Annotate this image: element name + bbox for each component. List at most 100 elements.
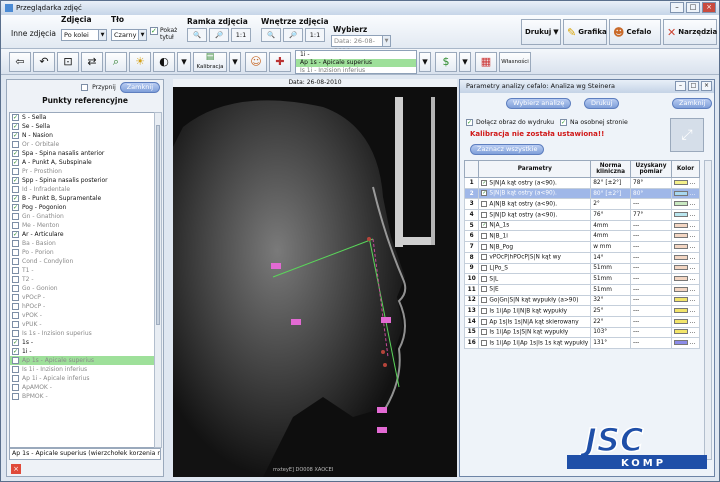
parameter-row[interactable]: 1 ✓ S|N|A kąt ostry (a<90). 82° [±2°] 78° ..… [463, 177, 701, 189]
point-option[interactable]: 1i - [296, 51, 416, 59]
point-checkbox[interactable] [12, 357, 19, 364]
point-dropdown-list[interactable]: 1i - Ap 1s - Apicale superius Is 1i - In… [295, 50, 417, 74]
reference-point-row[interactable]: ApAMOK - [10, 383, 154, 392]
color-cell[interactable]: ... [670, 198, 701, 211]
reference-point-row[interactable]: Pr - Prosthion [10, 167, 154, 176]
color-cell[interactable]: ... [670, 187, 701, 200]
point-checkbox[interactable] [12, 141, 19, 148]
color-cell[interactable]: ... [670, 273, 701, 285]
point-checkbox[interactable] [12, 267, 19, 274]
point-checkbox[interactable]: ✓ [12, 231, 19, 238]
chevron-down-icon[interactable]: ▾ [419, 52, 431, 72]
frame-1to1-button[interactable]: 1:1 [231, 28, 251, 42]
point-checkbox[interactable]: ✓ [12, 159, 19, 166]
reference-point-row[interactable]: hPOcP - [10, 302, 154, 311]
color-swatch[interactable] [673, 233, 688, 239]
parameter-row[interactable]: 8 vPOcP|hPOcP|S|N kąt wy 14° --- ... [463, 251, 701, 264]
color-picker-dots[interactable]: ... [688, 319, 696, 325]
point-checkbox[interactable] [12, 321, 19, 328]
parameter-row[interactable]: 7 N|B_Pog w mm --- ... [463, 241, 701, 253]
close-panel-button[interactable]: Zamknij [119, 81, 160, 93]
landmark-icon[interactable]: ✚ [269, 52, 291, 72]
interior-zoom-out-button[interactable]: 🔎 [283, 28, 303, 42]
parameter-checkbox[interactable]: ✓ [481, 190, 488, 197]
dialog-scrollbar[interactable] [704, 160, 712, 460]
xray-image[interactable]: mxteyE] DO008 XAOCEI [173, 87, 457, 477]
point-checkbox[interactable] [12, 285, 19, 292]
color-cell[interactable]: ... [670, 251, 701, 264]
undo-icon[interactable]: ↶ [33, 52, 55, 72]
reference-point-row[interactable]: ✓ B - Punkt B, Supramentale [10, 194, 154, 203]
parameter-checkbox[interactable] [481, 329, 488, 336]
color-picker-dots[interactable]: ... [688, 212, 696, 218]
document-icon[interactable]: ▦ [475, 52, 497, 72]
choose-analysis-button[interactable]: Wybierz analizę [506, 98, 572, 109]
reference-point-row[interactable]: Is 1s - Inzision superius [10, 329, 154, 338]
dialog-close-button[interactable]: × [701, 81, 712, 91]
properties-button[interactable]: Własności [499, 52, 531, 72]
parameter-checkbox[interactable] [481, 297, 488, 304]
color-picker-dots[interactable]: ... [688, 223, 696, 229]
reference-point-row[interactable]: Cond - Condylion [10, 257, 154, 266]
point-checkbox[interactable] [12, 186, 19, 193]
show-title-checkbox[interactable]: ✓ [150, 27, 158, 35]
point-checkbox[interactable]: ✓ [12, 150, 19, 157]
graphics-button[interactable]: ✎ Grafika [563, 19, 607, 45]
parameter-row[interactable]: 4 S|N|D kąt ostry (a<90). 76° 77° ... [463, 209, 701, 221]
point-checkbox[interactable] [12, 393, 19, 400]
reference-point-row[interactable]: Po - Porion [10, 248, 154, 257]
attach-image-checkbox[interactable]: ✓ [466, 119, 473, 126]
reference-point-row[interactable]: ✓ A - Punkt A, Subspinale [10, 158, 154, 167]
parameter-checkbox[interactable] [481, 200, 488, 207]
parameter-checkbox[interactable]: ✓ [481, 222, 488, 229]
point-checkbox[interactable] [12, 366, 19, 373]
reference-point-row[interactable]: ✓ Pog - Pogonion [10, 203, 154, 212]
color-cell[interactable]: ... [670, 177, 701, 189]
separate-page-checkbox[interactable]: ✓ [560, 119, 567, 126]
color-cell[interactable]: ... [670, 305, 701, 317]
parameter-checkbox[interactable] [481, 243, 488, 250]
point-checkbox[interactable]: ✓ [12, 204, 19, 211]
color-picker-dots[interactable]: ... [688, 244, 696, 250]
color-swatch[interactable] [673, 265, 688, 271]
reference-point-row[interactable]: ✓ N - Nasion [10, 131, 154, 140]
parameter-checkbox[interactable] [481, 254, 488, 261]
parameter-checkbox[interactable] [481, 265, 488, 272]
reference-point-row[interactable]: Or - Orbitale [10, 140, 154, 149]
color-picker-dots[interactable]: ... [688, 265, 696, 271]
reference-point-row[interactable]: T2 - [10, 275, 154, 284]
color-picker-dots[interactable]: ... [688, 276, 696, 282]
color-swatch[interactable] [673, 254, 688, 260]
color-cell[interactable]: ... [670, 294, 701, 307]
point-checkbox[interactable] [12, 258, 19, 265]
parameter-row[interactable]: 5 ✓ N|A_1s 4mm --- ... [463, 219, 701, 232]
frame-zoom-out-button[interactable]: 🔎 [209, 28, 229, 42]
print-button[interactable]: Drukuj ▼ [521, 19, 561, 45]
parameter-checkbox[interactable] [481, 286, 488, 293]
pin-checkbox[interactable] [81, 83, 89, 91]
reference-point-row[interactable]: ✓ Spp - Spina nasalis posterior [10, 176, 154, 185]
color-picker-dots[interactable]: ... [688, 329, 696, 335]
calibration-button[interactable]: ▤ Kalibracja [193, 52, 227, 72]
reference-point-row[interactable]: ✓ Spa - Spina nasalis anterior [10, 149, 154, 158]
reference-point-row[interactable]: Gn - Gnathion [10, 212, 154, 221]
color-cell[interactable]: ... [670, 262, 701, 275]
crop-icon[interactable]: ⊡ [57, 52, 79, 72]
point-checkbox[interactable] [12, 312, 19, 319]
color-cell[interactable]: ... [670, 230, 701, 243]
parameter-row[interactable]: 14 Ap 1s|Is 1s|N|A kąt skierowany 22° --- .… [463, 315, 701, 328]
other-photos-label[interactable]: Inne zdjęcia [11, 29, 56, 38]
reference-point-row[interactable]: Go - Gonion [10, 284, 154, 293]
tools-button[interactable]: ✕ Narzędzia [663, 19, 717, 45]
color-cell[interactable]: ... [670, 326, 701, 339]
point-checkbox[interactable]: ✓ [12, 195, 19, 202]
point-checkbox[interactable] [12, 276, 19, 283]
interior-1to1-button[interactable]: 1:1 [305, 28, 325, 42]
color-picker-dots[interactable]: ... [688, 201, 696, 207]
color-swatch[interactable] [673, 286, 688, 292]
reference-point-row[interactable]: ✓ Se - Sella [10, 122, 154, 131]
color-picker-dots[interactable]: ... [688, 287, 696, 293]
color-cell[interactable]: ... [670, 209, 701, 221]
cefalo-button[interactable]: ☻ Cefalo [609, 19, 661, 45]
reference-point-row[interactable]: Id - Infradentale [10, 185, 154, 194]
